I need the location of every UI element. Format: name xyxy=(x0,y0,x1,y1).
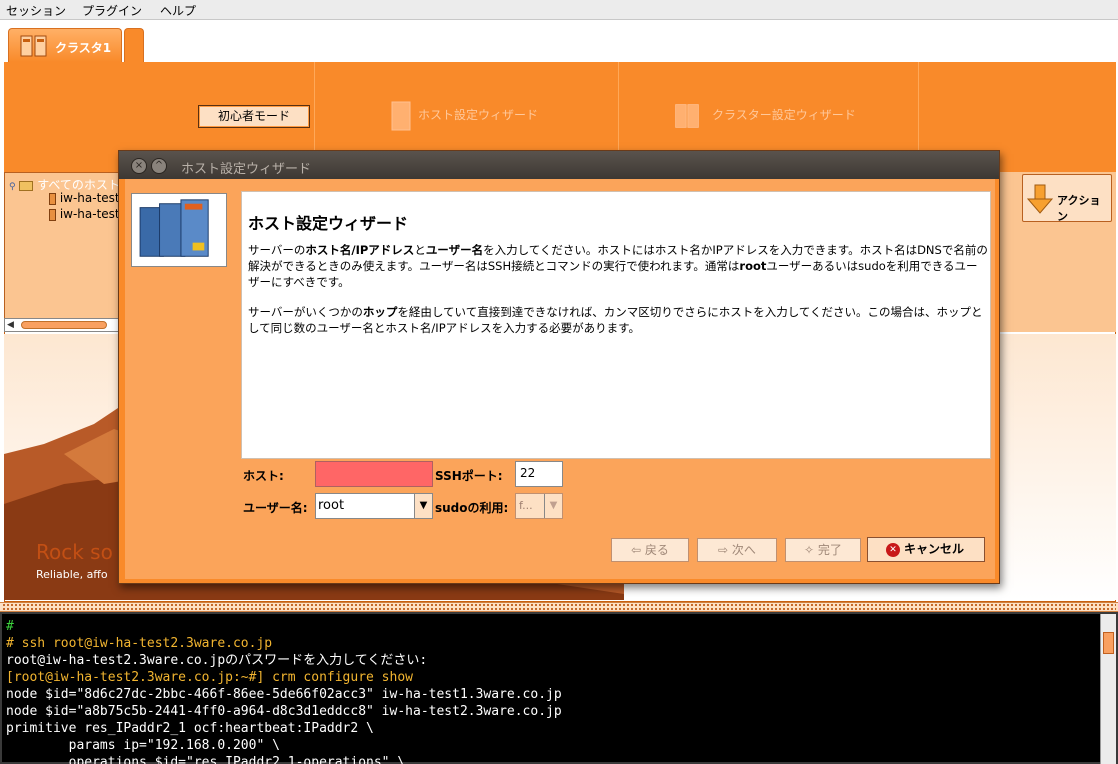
action-label: アクション xyxy=(1057,194,1101,223)
minimize-icon[interactable]: ^ xyxy=(151,158,167,174)
scroll-thumb[interactable] xyxy=(21,321,107,329)
dialog-body: ホスト設定ウィザード サーバーのホスト名/IPアドレスとユーザー名を入力してくだ… xyxy=(125,179,995,579)
terminal-line: node $id="8d6c27dc-2bbc-466f-86ee-5de66f… xyxy=(6,687,562,702)
back-button[interactable]: ⇦ 戻る xyxy=(611,538,689,562)
terminal-line: [root@iw-ha-test2.3ware.co.jp:~#] crm co… xyxy=(6,670,413,685)
finish-label: 完了 xyxy=(817,543,842,557)
username-label: ユーザー名: xyxy=(243,501,308,515)
tree-host-item[interactable]: iw-ha-test2.3ware.co.jp xyxy=(49,207,119,221)
chevron-down-icon[interactable]: ▼ xyxy=(544,494,562,518)
description-paragraph-1: サーバーのホスト名/IPアドレスとユーザー名を入力してください。ホストにはホスト… xyxy=(248,242,988,290)
cancel-label: キャンセル xyxy=(904,542,965,556)
host-wizard-icon xyxy=(391,101,411,131)
terminal-line: operations $id="res_IPaddr2_1-operations… xyxy=(6,755,406,764)
description-text-segment: ホスト名/IPアドレス xyxy=(305,243,415,257)
terminal-line: # ssh root@iw-ha-test2.3ware.co.jp xyxy=(6,636,273,651)
back-label: 戻る xyxy=(644,543,669,557)
description-text-segment: ホップ xyxy=(362,305,398,319)
new-tab-button[interactable] xyxy=(124,28,144,62)
host-input[interactable] xyxy=(315,461,433,487)
tree-host-label: iw-ha-test2.3ware.co.jp xyxy=(59,207,119,221)
cluster-wizard-icon xyxy=(675,104,699,128)
cancel-icon: ✕ xyxy=(886,543,900,557)
tree-horizontal-scrollbar[interactable]: ◀ xyxy=(4,318,120,332)
finish-button[interactable]: ✧ 完了 xyxy=(785,538,861,562)
next-button[interactable]: ⇨ 次へ xyxy=(697,538,777,562)
cluster-wizard-link[interactable]: クラスター設定ウィザード xyxy=(712,106,856,123)
dialog-title: ホスト設定ウィザード xyxy=(181,162,312,177)
username-combo[interactable]: root ▼ xyxy=(315,493,433,519)
terminal-line: # xyxy=(6,619,14,634)
terminal-scrollbar[interactable] xyxy=(1100,614,1116,764)
terminal-line: root@iw-ha-test2.3ware.co.jpのパスワードを入力してく… xyxy=(6,653,428,668)
terminal-line: node $id="a8b75c5b-2441-4ff0-a964-d8c3d1… xyxy=(6,704,562,719)
scroll-thumb[interactable] xyxy=(1103,632,1114,654)
chevron-down-icon[interactable]: ▼ xyxy=(414,494,432,518)
tab-cluster1[interactable]: クラスタ1 xyxy=(8,28,122,62)
panel-splitter[interactable] xyxy=(0,602,1118,612)
ssh-port-label: SSHポート: xyxy=(435,469,503,483)
action-button[interactable]: アクション xyxy=(1022,174,1112,223)
scroll-left-icon[interactable]: ◀ xyxy=(7,320,14,330)
wizard-boxes-image xyxy=(131,193,227,267)
description-text-segment: サーバーの xyxy=(248,243,306,257)
description-text-segment: root xyxy=(739,259,767,273)
banner-title: Rock so xyxy=(36,540,113,564)
next-label: 次へ xyxy=(731,543,756,557)
sudo-label: sudoの利用: xyxy=(435,501,509,515)
description-text-segment: ユーザー名 xyxy=(425,243,484,257)
description-text-segment: サーバーがいくつかの xyxy=(248,305,363,319)
host-icon xyxy=(49,192,56,205)
arrow-left-icon: ⇦ xyxy=(631,543,645,557)
sudo-combo[interactable]: f... ▼ xyxy=(515,493,563,519)
menubar: セッション プラグイン ヘルプ xyxy=(0,0,1118,20)
close-icon[interactable]: × xyxy=(131,158,147,174)
tree-host-label: iw-ha-test1.3ware.co.jp xyxy=(59,191,119,205)
menu-plugin[interactable]: プラグイン xyxy=(82,2,142,19)
terminal-panel[interactable]: # # ssh root@iw-ha-test2.3ware.co.jp root@… xyxy=(0,612,1118,764)
tree-root-label: すべてのホスト xyxy=(37,178,119,192)
host-tree-panel: ⚲ すべてのホスト iw-ha-test1.3ware.co.jp iw-ha-… xyxy=(4,172,121,332)
tree-host-item[interactable]: iw-ha-test1.3ware.co.jp xyxy=(49,191,119,205)
arrow-right-icon: ⇨ xyxy=(718,543,732,557)
host-label: ホスト: xyxy=(243,469,284,483)
menu-help[interactable]: ヘルプ xyxy=(160,2,196,19)
tab-strip: クラスタ1 xyxy=(0,20,1118,62)
novice-mode-button[interactable]: 初心者モード xyxy=(198,105,310,128)
cancel-button[interactable]: ✕ キャンセル xyxy=(867,537,985,562)
host-wizard-dialog: × ^ ホスト設定ウィザード ホスト設定ウィザード サーバーのホスト名/IPアド… xyxy=(118,150,1000,584)
cluster-icon xyxy=(20,35,47,57)
content-heading: ホスト設定ウィザード xyxy=(248,214,409,233)
tree-expand-icon[interactable]: ⚲ xyxy=(9,182,16,192)
description-paragraph-2: サーバーがいくつかのホップを経由していて直接到達できなければ、カンマ区切りでさら… xyxy=(248,304,988,336)
sudo-value: f... xyxy=(519,499,533,512)
terminal-line: params ip="192.168.0.200" \ xyxy=(6,738,280,753)
dialog-titlebar[interactable]: × ^ ホスト設定ウィザード xyxy=(119,151,999,179)
finish-icon: ✧ xyxy=(804,543,818,557)
terminal-output: # # ssh root@iw-ha-test2.3ware.co.jp root@… xyxy=(6,618,562,764)
description-panel: ホスト設定ウィザード サーバーのホスト名/IPアドレスとユーザー名を入力してくだ… xyxy=(241,191,991,459)
host-wizard-link[interactable]: ホスト設定ウィザード xyxy=(418,106,538,123)
terminal-line: primitive res_IPaddr2_1 ocf:heartbeat:IP… xyxy=(6,721,374,736)
username-value: root xyxy=(318,498,345,513)
arrow-down-icon xyxy=(1027,184,1053,214)
ssh-port-input[interactable]: 22 xyxy=(515,461,563,487)
folder-icon xyxy=(19,180,34,191)
splitter-grip xyxy=(2,603,1116,611)
banner-subtitle: Reliable, affo xyxy=(36,568,108,581)
description-text-segment: と xyxy=(414,243,426,257)
host-icon xyxy=(49,208,56,221)
menu-session[interactable]: セッション xyxy=(6,2,66,19)
tab-label: クラスタ1 xyxy=(55,41,112,55)
